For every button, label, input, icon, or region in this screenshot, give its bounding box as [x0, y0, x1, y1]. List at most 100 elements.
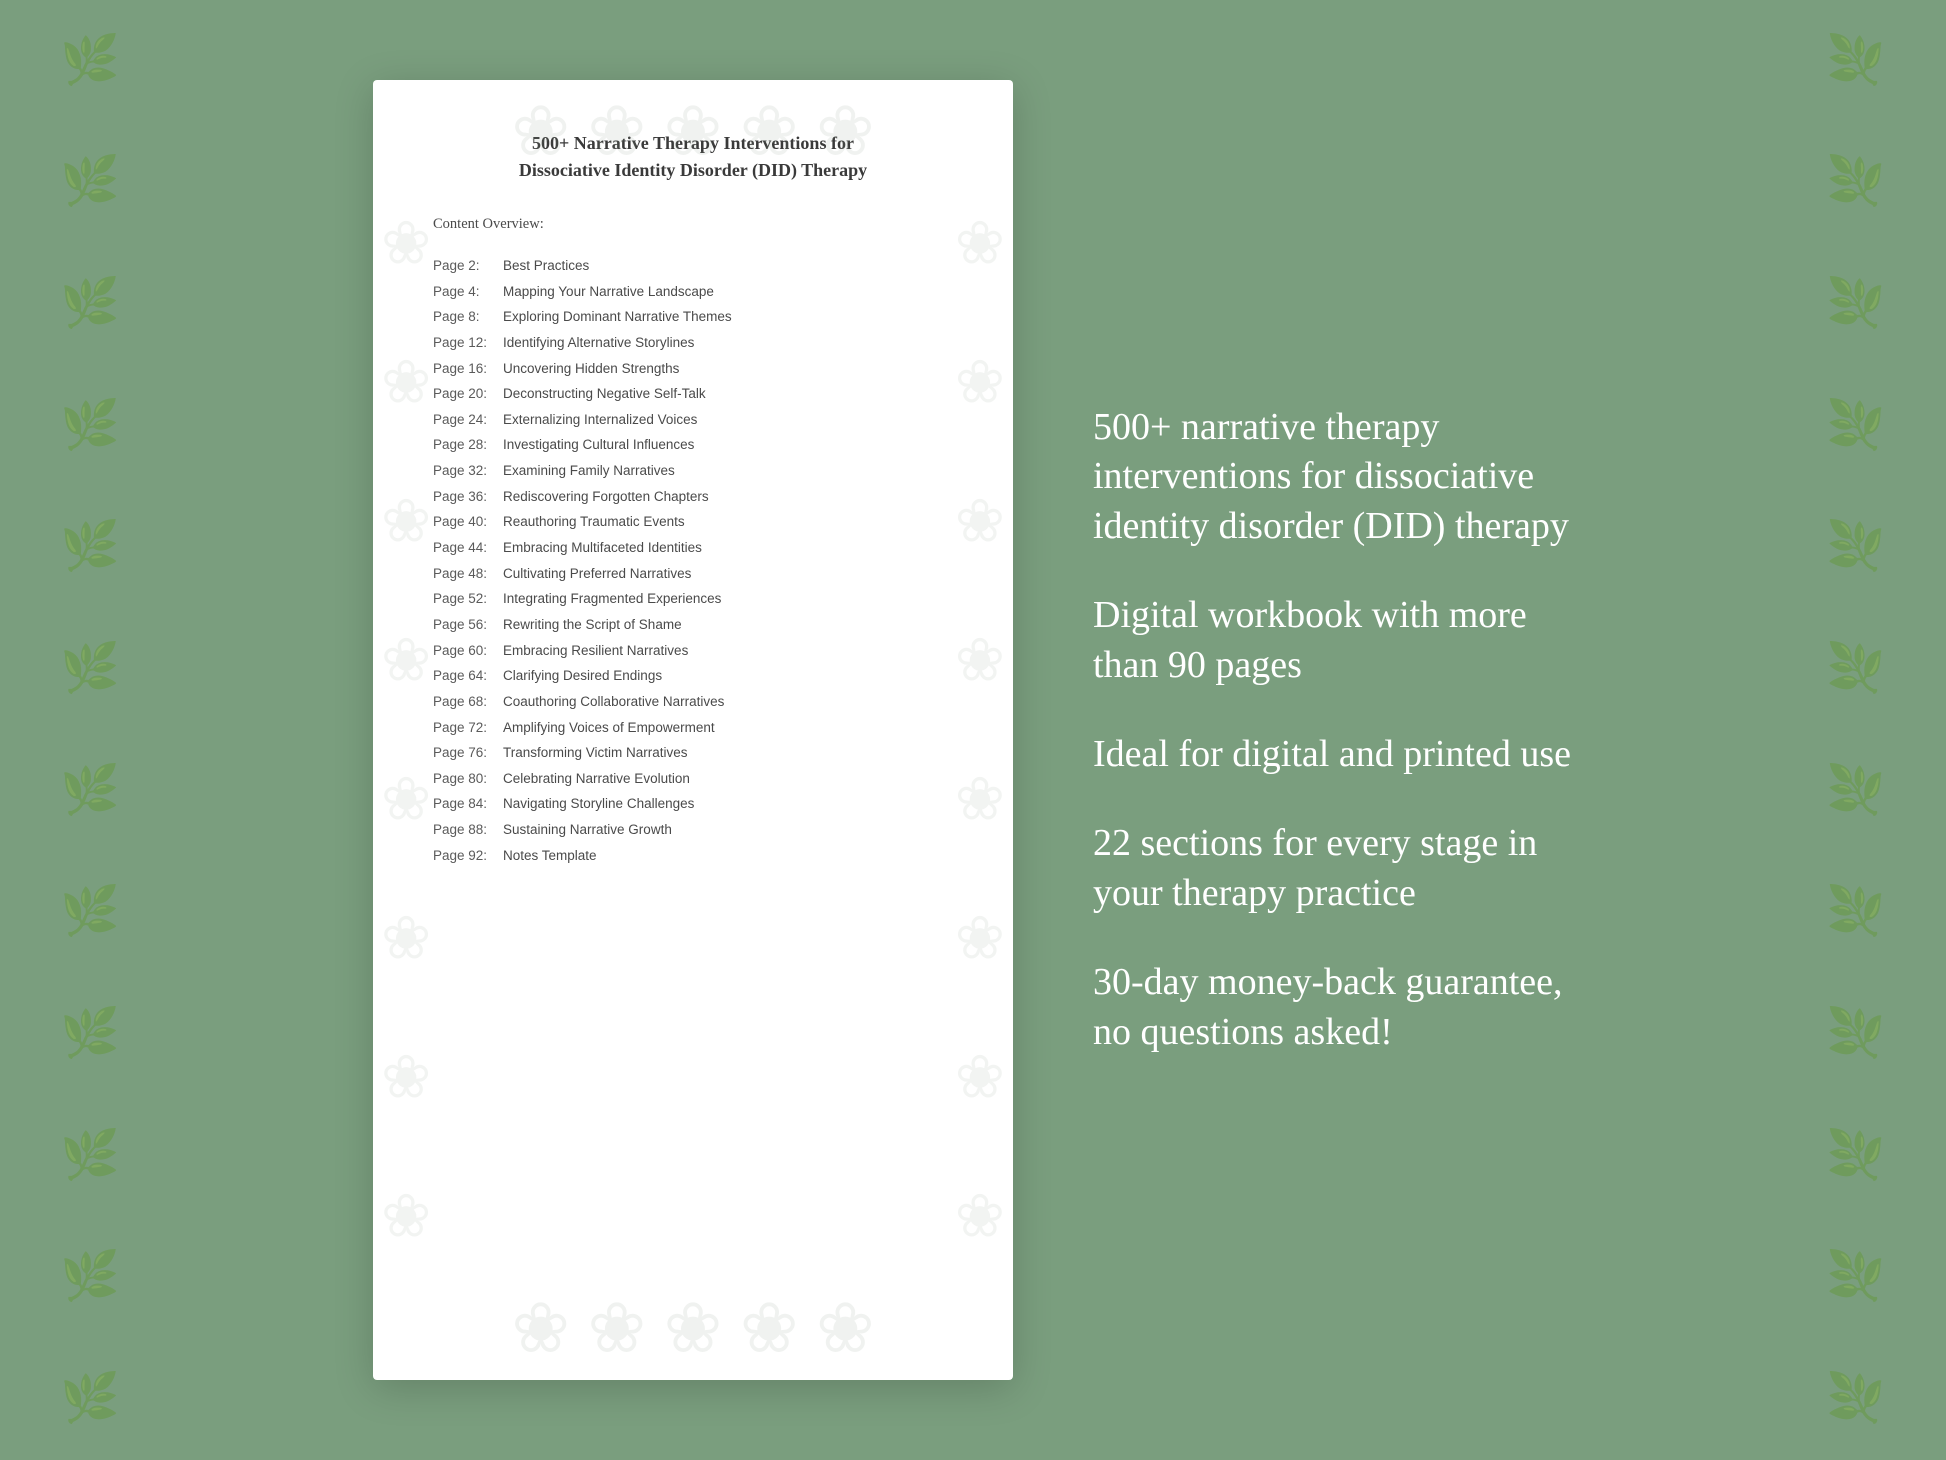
- floral-icon: 🌿: [60, 1132, 120, 1180]
- toc-title: Identifying Alternative Storylines: [503, 330, 694, 356]
- toc-row: Page 2:Best Practices: [433, 253, 953, 279]
- document-title: 500+ Narrative Therapy Interventions for…: [433, 130, 953, 184]
- toc-row: Page 88:Sustaining Narrative Growth: [433, 817, 953, 843]
- toc-page-number: Page 36:: [433, 484, 503, 510]
- toc-row: Page 44:Embracing Multifaceted Identitie…: [433, 535, 953, 561]
- toc-title: Rediscovering Forgotten Chapters: [503, 484, 709, 510]
- main-content: ❀ ❀ ❀ ❀ ❀ ❀ ❀ ❀ ❀ ❀ ❀❀❀❀❀❀❀❀ ❀❀❀❀❀❀❀❀ 50…: [173, 80, 1773, 1380]
- toc-row: Page 52:Integrating Fragmented Experienc…: [433, 586, 953, 612]
- toc-page-number: Page 60:: [433, 638, 503, 664]
- feature-item-3: 22 sections for every stage in your ther…: [1093, 819, 1573, 918]
- watermark-right: ❀❀❀❀❀❀❀❀: [955, 209, 1005, 1252]
- floral-icon: 🌿: [1826, 37, 1886, 85]
- toc-title: Sustaining Narrative Growth: [503, 817, 672, 843]
- floral-icon: 🌿: [60, 767, 120, 815]
- right-floral-border: 🌿 🌿 🌿 🌿 🌿 🌿 🌿 🌿 🌿 🌿 🌿 🌿: [1766, 0, 1946, 1460]
- toc-row: Page 8:Exploring Dominant Narrative Them…: [433, 304, 953, 330]
- floral-icon: 🌿: [1826, 523, 1886, 571]
- toc-title: Examining Family Narratives: [503, 458, 675, 484]
- toc-page-number: Page 2:: [433, 253, 503, 279]
- floral-icon: 🌿: [60, 523, 120, 571]
- toc-row: Page 56:Rewriting the Script of Shame: [433, 612, 953, 638]
- toc-title: Coauthoring Collaborative Narratives: [503, 689, 724, 715]
- floral-icon: 🌿: [1826, 158, 1886, 206]
- toc-page-number: Page 64:: [433, 663, 503, 689]
- toc-title: Rewriting the Script of Shame: [503, 612, 682, 638]
- toc-heading: Content Overview:: [433, 216, 953, 233]
- toc-page-number: Page 80:: [433, 766, 503, 792]
- toc-title: Amplifying Voices of Empowerment: [503, 715, 715, 741]
- toc-page-number: Page 24:: [433, 407, 503, 433]
- toc-row: Page 68:Coauthoring Collaborative Narrat…: [433, 689, 953, 715]
- floral-icon: 🌿: [1826, 280, 1886, 328]
- floral-icon: 🌿: [1826, 1375, 1886, 1423]
- toc-title: Embracing Multifaceted Identities: [503, 535, 702, 561]
- toc-row: Page 36:Rediscovering Forgotten Chapters: [433, 484, 953, 510]
- toc-title: Celebrating Narrative Evolution: [503, 766, 690, 792]
- toc-row: Page 72:Amplifying Voices of Empowerment: [433, 715, 953, 741]
- floral-icon: 🌿: [60, 280, 120, 328]
- toc-row: Page 24:Externalizing Internalized Voice…: [433, 407, 953, 433]
- toc-title: Navigating Storyline Challenges: [503, 791, 694, 817]
- toc-row: Page 80:Celebrating Narrative Evolution: [433, 766, 953, 792]
- toc-title: Integrating Fragmented Experiences: [503, 586, 721, 612]
- watermark-left: ❀❀❀❀❀❀❀❀: [381, 209, 431, 1252]
- toc-title: Investigating Cultural Influences: [503, 432, 694, 458]
- toc-page-number: Page 4:: [433, 279, 503, 305]
- floral-icon: 🌿: [1826, 645, 1886, 693]
- feature-item-4: 30-day money-back guarantee, no question…: [1093, 958, 1573, 1057]
- toc-page-number: Page 76:: [433, 740, 503, 766]
- toc-row: Page 64:Clarifying Desired Endings: [433, 663, 953, 689]
- toc-title: Exploring Dominant Narrative Themes: [503, 304, 732, 330]
- toc-row: Page 60:Embracing Resilient Narratives: [433, 638, 953, 664]
- toc-title: Clarifying Desired Endings: [503, 663, 662, 689]
- toc-page-number: Page 84:: [433, 791, 503, 817]
- toc-row: Page 40:Reauthoring Traumatic Events: [433, 509, 953, 535]
- toc-row: Page 48:Cultivating Preferred Narratives: [433, 561, 953, 587]
- toc-page-number: Page 12:: [433, 330, 503, 356]
- floral-icon: 🌿: [1826, 767, 1886, 815]
- floral-icon: 🌿: [60, 645, 120, 693]
- toc-page-number: Page 52:: [433, 586, 503, 612]
- floral-icon: 🌿: [60, 402, 120, 450]
- document-preview: ❀ ❀ ❀ ❀ ❀ ❀ ❀ ❀ ❀ ❀ ❀❀❀❀❀❀❀❀ ❀❀❀❀❀❀❀❀ 50…: [373, 80, 1013, 1380]
- toc-page-number: Page 48:: [433, 561, 503, 587]
- floral-icon: 🌿: [60, 1253, 120, 1301]
- table-of-contents: Page 2:Best PracticesPage 4:Mapping Your…: [433, 253, 953, 868]
- toc-page-number: Page 88:: [433, 817, 503, 843]
- feature-item-2: Ideal for digital and printed use: [1093, 730, 1573, 779]
- toc-row: Page 20:Deconstructing Negative Self-Tal…: [433, 381, 953, 407]
- toc-title: Notes Template: [503, 843, 597, 869]
- toc-row: Page 92:Notes Template: [433, 843, 953, 869]
- toc-page-number: Page 32:: [433, 458, 503, 484]
- toc-page-number: Page 56:: [433, 612, 503, 638]
- toc-title: Mapping Your Narrative Landscape: [503, 279, 714, 305]
- toc-page-number: Page 40:: [433, 509, 503, 535]
- toc-title: Best Practices: [503, 253, 589, 279]
- toc-page-number: Page 72:: [433, 715, 503, 741]
- toc-title: Embracing Resilient Narratives: [503, 638, 688, 664]
- left-floral-border: 🌿 🌿 🌿 🌿 🌿 🌿 🌿 🌿 🌿 🌿 🌿 🌿: [0, 0, 180, 1460]
- feature-item-0: 500+ narrative therapy interventions for…: [1093, 403, 1573, 551]
- floral-icon: 🌿: [60, 1010, 120, 1058]
- toc-row: Page 16:Uncovering Hidden Strengths: [433, 356, 953, 382]
- floral-icon: 🌿: [1826, 1132, 1886, 1180]
- toc-row: Page 4:Mapping Your Narrative Landscape: [433, 279, 953, 305]
- floral-icon: 🌿: [1826, 1253, 1886, 1301]
- toc-page-number: Page 16:: [433, 356, 503, 382]
- floral-icon: 🌿: [60, 158, 120, 206]
- toc-title: Reauthoring Traumatic Events: [503, 509, 685, 535]
- floral-icon: 🌿: [60, 1375, 120, 1423]
- toc-title: Externalizing Internalized Voices: [503, 407, 697, 433]
- feature-item-1: Digital workbook with more than 90 pages: [1093, 591, 1573, 690]
- toc-page-number: Page 68:: [433, 689, 503, 715]
- features-panel: 500+ narrative therapy interventions for…: [1093, 403, 1573, 1057]
- toc-row: Page 28:Investigating Cultural Influence…: [433, 432, 953, 458]
- toc-row: Page 32:Examining Family Narratives: [433, 458, 953, 484]
- watermark-bottom: ❀ ❀ ❀ ❀ ❀: [373, 1287, 1013, 1370]
- toc-title: Cultivating Preferred Narratives: [503, 561, 691, 587]
- floral-icon: 🌿: [1826, 1010, 1886, 1058]
- toc-page-number: Page 44:: [433, 535, 503, 561]
- toc-row: Page 76:Transforming Victim Narratives: [433, 740, 953, 766]
- toc-page-number: Page 20:: [433, 381, 503, 407]
